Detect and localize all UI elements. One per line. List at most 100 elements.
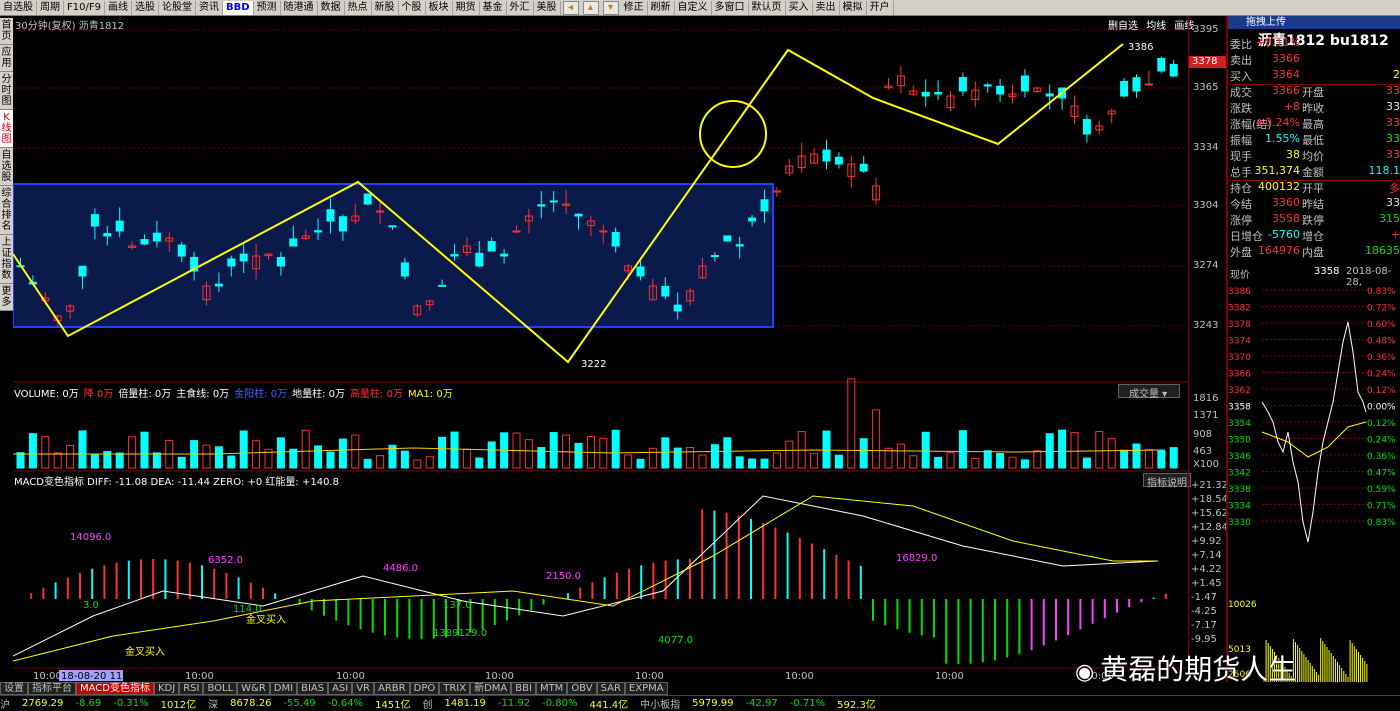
candle-body	[215, 284, 222, 286]
candle-body	[339, 217, 346, 231]
time-start: 10:00	[33, 671, 62, 682]
toolbar-item-6[interactable]: 资讯	[196, 1, 223, 15]
indicator-tab-19[interactable]: EXPMA	[625, 682, 668, 695]
quote-value-2: 33	[1386, 84, 1400, 97]
indicator-tab-14[interactable]: 新DMA	[470, 682, 511, 695]
volume-bar	[761, 459, 768, 468]
macd-value-label: 14096.0	[70, 532, 111, 543]
side-tab-2[interactable]: 分时图	[0, 72, 13, 110]
toolbar-item-5[interactable]: 论股堂	[159, 1, 196, 15]
side-tab-7[interactable]: 更多	[0, 284, 13, 311]
mini-pct-tick: 0.59%	[1367, 485, 1396, 495]
toolbar-item-4[interactable]: 选股	[132, 1, 159, 15]
toolbar-item-12[interactable]: 新股	[372, 1, 399, 15]
side-tab-3[interactable]: K线图	[0, 110, 13, 148]
chart-area[interactable]: 3386322214096.06352.04486.02150.016829.0…	[13, 16, 1188, 682]
side-tab-4[interactable]: 自选股	[0, 148, 13, 186]
toolbar-item-2[interactable]: F10/F9	[64, 1, 105, 15]
candle-body	[389, 226, 396, 227]
volume-bar	[1071, 433, 1078, 468]
toolbar-item-22[interactable]: 多窗口	[712, 1, 749, 15]
quote-value: -5760	[1268, 228, 1300, 241]
toolbar-item-27[interactable]: 开户	[867, 1, 894, 15]
toolbar-item-20[interactable]: 刷新	[648, 1, 675, 15]
indicator-tab-15[interactable]: BBI	[511, 682, 536, 695]
toolbar-item-9[interactable]: 随港通	[281, 1, 318, 15]
indicator-tab-3[interactable]: KDJ	[154, 682, 179, 695]
volume-bar	[302, 430, 309, 468]
toolbar-item-14[interactable]: 板块	[426, 1, 453, 15]
indicator-tab-5[interactable]: BOLL	[203, 682, 237, 695]
indicator-tab-17[interactable]: OBV	[567, 682, 596, 695]
indicator-tab-1[interactable]: 指标平台	[28, 682, 76, 695]
indicator-tab-13[interactable]: TRIX	[439, 682, 470, 695]
volume-bar	[17, 453, 24, 468]
toolbar-item-10[interactable]: 数据	[318, 1, 345, 15]
intraday-chart[interactable]: 33860.83%33820.72%33780.60%33740.48%3370…	[1228, 282, 1400, 682]
toolbar-item-17[interactable]: 外汇	[507, 1, 534, 15]
quote-label: 涨跌	[1230, 100, 1252, 116]
highlight-circle	[700, 101, 766, 167]
indicator-tab-6[interactable]: W&R	[237, 682, 270, 695]
volume-dropdown[interactable]: 成交量 ▾	[1118, 384, 1180, 398]
chart-header-buttons[interactable]: 删自选 均线 画线	[1108, 17, 1194, 31]
status-item-13: -0.80%	[542, 698, 577, 709]
status-item-17: -42.97	[746, 698, 778, 709]
mini-pct-tick: 0.36%	[1367, 353, 1396, 363]
mini-price-tick: 3378	[1228, 320, 1251, 330]
toolbar-item-25[interactable]: 卖出	[813, 1, 840, 15]
down-icon[interactable]: ▾	[603, 1, 619, 15]
toolbar-item-21[interactable]: 自定义	[675, 1, 712, 15]
indicator-tab-10[interactable]: VR	[352, 682, 374, 695]
indicator-tab-8[interactable]: BIAS	[297, 682, 328, 695]
indicator-tab-7[interactable]: DMI	[270, 682, 297, 695]
side-tab-6[interactable]: 上证指数	[0, 235, 13, 284]
indicator-tab-4[interactable]: RSI	[179, 682, 203, 695]
toolbar-item-19[interactable]: 修正	[621, 1, 648, 15]
toolbar-item-24[interactable]: 买入	[786, 1, 813, 15]
back-icon[interactable]: ◂	[563, 1, 579, 15]
indicator-tab-18[interactable]: SAR	[597, 682, 625, 695]
side-tab-0[interactable]: 首页	[0, 18, 13, 45]
indicator-tab-11[interactable]: ARBR	[374, 682, 410, 695]
indicator-tab-9[interactable]: ASI	[328, 682, 352, 695]
toolbar-item-16[interactable]: 基金	[480, 1, 507, 15]
toolbar-item-15[interactable]: 期货	[453, 1, 480, 15]
toolbar-item-23[interactable]: 默认页	[749, 1, 786, 15]
candle-body	[637, 267, 644, 276]
indicator-tab-2[interactable]: MACD变色指标	[76, 682, 154, 695]
volume-bar	[935, 457, 942, 468]
time-tick: 10:00	[635, 671, 664, 682]
toolbar-item-18[interactable]: 美股	[534, 1, 561, 15]
toolbar-item-0[interactable]: 自选股	[0, 1, 37, 15]
toolbar-item-7[interactable]: BBD	[223, 1, 254, 15]
ma-button[interactable]: 均线	[1146, 21, 1166, 32]
delete-favorite-button[interactable]: 删自选	[1108, 21, 1138, 32]
side-tab-1[interactable]: 应用	[0, 45, 13, 72]
mini-price: 3358	[1314, 266, 1339, 277]
upload-bar[interactable]: 拖拽上传	[1228, 16, 1400, 29]
candle-body	[835, 157, 842, 164]
toolbar-item-3[interactable]: 画线	[105, 1, 132, 15]
candle-body	[153, 233, 160, 241]
quote-label: 涨停	[1230, 212, 1252, 228]
indicator-tab-12[interactable]: DPO	[410, 682, 440, 695]
toolbar-item-26[interactable]: 模拟	[840, 1, 867, 15]
indicator-tab-16[interactable]: MTM	[536, 682, 567, 695]
toolbar-item-13[interactable]: 个股	[399, 1, 426, 15]
quote-value-2: 多	[1389, 180, 1400, 196]
toolbar-item-11[interactable]: 热点	[345, 1, 372, 15]
macd-tick: +18.54	[1191, 494, 1228, 505]
indicator-tab-0[interactable]: 设置	[0, 682, 28, 695]
kline-chart[interactable]: 3386322214096.06352.04486.02150.016829.0…	[13, 16, 1188, 682]
volume-bar	[873, 410, 880, 468]
toolbar-item-8[interactable]: 预测	[254, 1, 281, 15]
volume-bar	[1083, 458, 1090, 468]
toolbar-item-1[interactable]: 周期	[37, 1, 64, 15]
indicator-help-button[interactable]: 指标说明	[1143, 473, 1191, 487]
side-tab-5[interactable]: 综合排名	[0, 186, 13, 235]
candle-body	[1083, 120, 1090, 134]
volume-bar	[612, 430, 619, 468]
up-icon[interactable]: ▴	[583, 1, 599, 15]
quote-row: 外盘164976内盘18635	[1228, 244, 1400, 261]
